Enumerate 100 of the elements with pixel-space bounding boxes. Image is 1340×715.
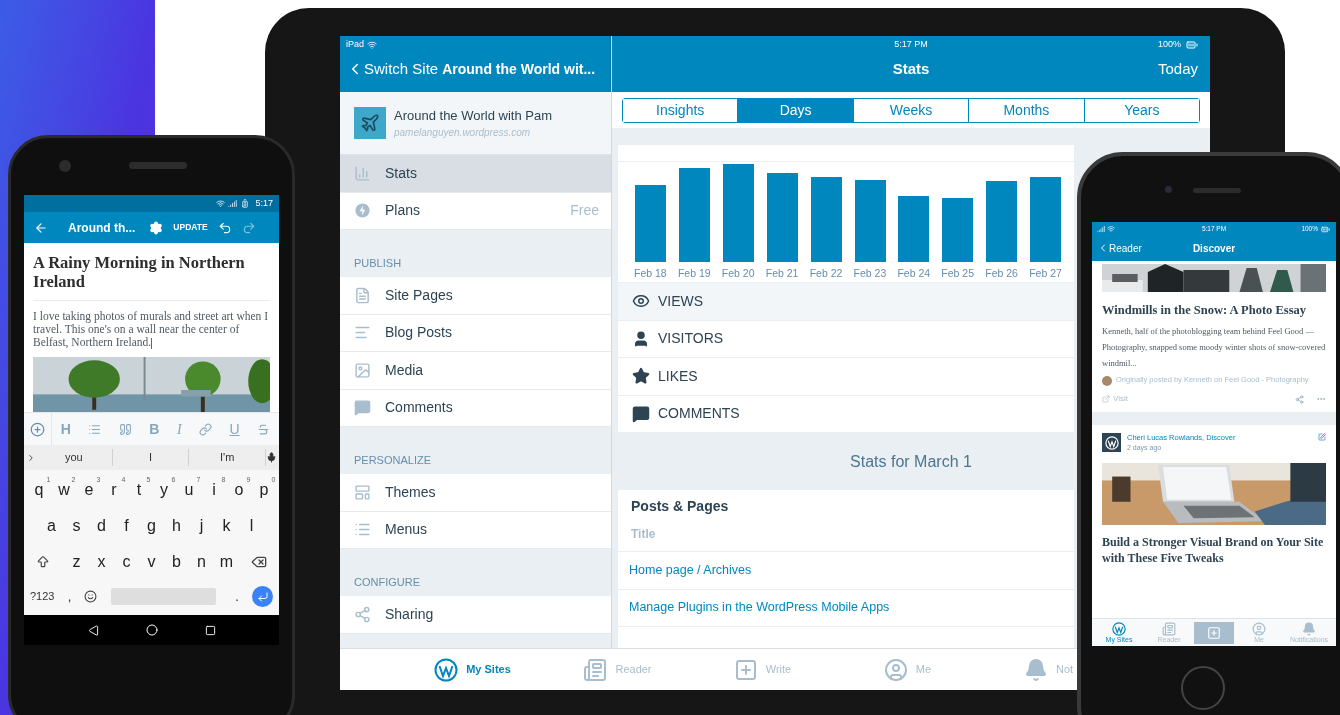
newspaper-icon[interactable] (1162, 621, 1176, 636)
battery-icon (240, 198, 250, 209)
back-button[interactable]: Reader (1097, 240, 1142, 256)
sidebar-item[interactable]: Plans Free (340, 192, 611, 230)
newspaper-icon[interactable] (583, 657, 608, 682)
keyboard-key[interactable]: b (164, 544, 189, 580)
person-circle-icon[interactable] (1252, 621, 1266, 636)
emoji-icon[interactable] (84, 590, 98, 603)
tab-bar-item[interactable]: My Sites (400, 657, 545, 682)
keyboard-key[interactable]: x (89, 544, 114, 580)
carrier-label: iPad (346, 38, 364, 52)
keyboard-key[interactable]: k (214, 508, 239, 544)
keyboard-key[interactable]: n (189, 544, 214, 580)
keyboard-key[interactable]: s (64, 508, 89, 544)
battery-icon (1320, 224, 1331, 234)
overview-icon[interactable] (204, 624, 216, 636)
enter-key[interactable] (252, 586, 273, 607)
keyboard-key[interactable]: l (239, 508, 264, 544)
section-heading: CONFIGURE (354, 574, 420, 590)
speech-bubble-icon (354, 399, 371, 417)
home-icon[interactable] (145, 624, 158, 636)
list-icon[interactable] (88, 422, 102, 436)
sidebar-item[interactable]: Site Pages (340, 277, 611, 315)
settings-icon[interactable] (149, 220, 164, 235)
period-key[interactable]: . (230, 586, 244, 607)
site-row[interactable]: Around the World with Pam pamelanguyen.wordpress.com (340, 92, 611, 155)
word-suggestion[interactable]: I (112, 449, 190, 466)
post-body: I love taking photos of murals and street art when I travel. This one's on a wall near the center of Belfast, Northern Ireland. (33, 310, 270, 349)
sidebar-item[interactable]: Media (340, 352, 611, 390)
word-suggestion[interactable]: I'm (189, 449, 266, 466)
person-circle-icon[interactable] (883, 657, 908, 682)
keyboard-key[interactable]: m (214, 544, 239, 580)
quote-icon[interactable] (118, 422, 132, 436)
status-time: 5:17 PM (894, 38, 928, 52)
backspace-icon[interactable] (251, 554, 267, 570)
chevron-right-icon[interactable] (26, 452, 36, 463)
back-icon[interactable] (87, 624, 99, 636)
post-link[interactable]: Manage Plugins in the WordPress Mobile Apps (629, 598, 890, 618)
microphone-icon[interactable] (266, 452, 277, 463)
image-icon (354, 361, 371, 379)
sidebar-item[interactable]: Blog Posts (340, 314, 611, 352)
chart-bar (942, 198, 974, 262)
period-tab[interactable]: Days (738, 98, 854, 122)
bell-icon[interactable] (1024, 657, 1048, 682)
wifi-icon (1107, 225, 1115, 233)
keyboard-key[interactable]: v (139, 544, 164, 580)
keyboard-key[interactable]: d (89, 508, 114, 544)
compose-icon[interactable] (733, 657, 758, 682)
date-label: Feb 25 (941, 266, 975, 281)
keyboard-key[interactable]: h (164, 508, 189, 544)
keyboard-key[interactable]: f (114, 508, 139, 544)
star-icon (632, 367, 650, 386)
date-label: Feb 20 (721, 266, 755, 281)
date-label: Feb 19 (677, 266, 711, 281)
word-suggestion[interactable]: you (36, 449, 113, 466)
link-icon[interactable] (199, 422, 213, 436)
today-button[interactable]: Today (1157, 57, 1200, 81)
date-label: Feb 27 (1029, 266, 1062, 281)
undo-icon[interactable] (217, 220, 232, 235)
camera-lens (1165, 186, 1172, 193)
sidebar-item[interactable]: Themes (340, 474, 611, 512)
date-label: Feb 18 (634, 266, 667, 281)
header-title: Around the World wit... (442, 59, 596, 79)
compose-button[interactable] (1194, 621, 1234, 644)
comma-key[interactable]: , (62, 586, 77, 607)
toolbar-title: Around th... (68, 219, 136, 237)
back-button[interactable]: Switch Site (346, 57, 439, 81)
keyboard-key[interactable]: j (189, 508, 214, 544)
sidebar-item[interactable]: Sharing (340, 596, 611, 634)
symbols-key[interactable]: ?123 (30, 588, 55, 605)
pencil-square-icon[interactable] (1318, 433, 1326, 441)
period-tab[interactable]: Insights (623, 98, 739, 122)
enter-icon (256, 590, 269, 603)
shift-icon[interactable] (36, 555, 50, 569)
share-icon (354, 605, 371, 623)
avatar (1102, 376, 1112, 386)
home-button[interactable] (1181, 666, 1225, 710)
document-icon (354, 286, 371, 304)
keyboard-key[interactable]: z (64, 544, 89, 580)
screen-title: Stats (892, 58, 930, 79)
keyboard-key[interactable]: a (39, 508, 64, 544)
date-label: Feb 26 (985, 266, 1018, 281)
status-time: 5:17 (255, 196, 273, 210)
keyboard-key[interactable]: g (139, 508, 164, 544)
post-title: A Rainy Morning in Northern Ireland (33, 253, 270, 301)
keyboard-key[interactable]: c (114, 544, 139, 580)
date-label: Feb 21 (765, 266, 799, 281)
sidebar-item[interactable]: Menus (340, 511, 611, 549)
post-link[interactable]: Home page / Archives (629, 560, 752, 580)
metric-row[interactable]: VIEWS (618, 283, 1074, 321)
sidebar-item[interactable]: Stats (340, 155, 611, 193)
strikethrough-icon[interactable] (257, 422, 271, 436)
share-icon[interactable] (1295, 394, 1304, 404)
screen-title: Discover (1192, 241, 1236, 256)
update-button[interactable]: UPDATE (173, 221, 208, 234)
bar-chart-icon (354, 164, 371, 182)
sidebar-item[interactable]: Comments (340, 389, 611, 427)
add-icon[interactable] (30, 421, 45, 437)
bell-icon[interactable] (1302, 621, 1316, 636)
wifi-icon (367, 40, 377, 50)
